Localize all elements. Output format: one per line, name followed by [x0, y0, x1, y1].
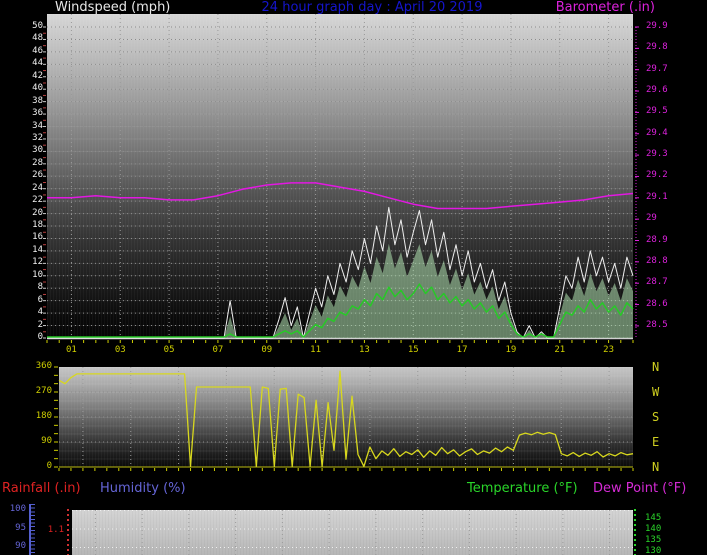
axis-tick-label: 29.5	[646, 106, 668, 117]
axis-tick-label: 29.1	[646, 191, 668, 202]
axis-tick-label: 40	[32, 83, 43, 94]
rain-humidity-temp-chart	[72, 510, 633, 555]
chart-series-path	[47, 182, 634, 210]
axis-tick-label: 17	[456, 345, 468, 355]
axis-tick-label: N	[652, 360, 660, 374]
axis-tick-label: 360	[35, 361, 52, 371]
axis-tick-label: N	[652, 460, 660, 474]
axis-tick-label: 140	[645, 524, 662, 534]
windspeed-barometer-chart	[43, 14, 639, 343]
axis-tick-label: 28	[32, 157, 43, 168]
temperature-section-label: Temperature (°F)	[467, 481, 578, 496]
axis-tick-label: 90	[15, 541, 26, 551]
axis-tick-label: 21	[554, 345, 566, 355]
axis-tick-label: 15	[407, 345, 419, 355]
axis-tick-label: 05	[163, 345, 175, 355]
dewpoint-section-label: Dew Point (°F)	[593, 481, 687, 496]
axis-tick-label: 30	[32, 145, 43, 156]
axis-tick-label: 90	[41, 436, 52, 446]
axis-tick-label: 38	[32, 95, 43, 106]
axis-tick-label: 100	[9, 504, 26, 514]
axis-tick-label: 46	[32, 45, 43, 56]
axis-tick-label: 42	[32, 70, 43, 81]
axis-tick-label: 145	[645, 513, 662, 523]
axis-tick-label: 0	[46, 461, 52, 471]
axis-tick-label: 29.8	[646, 42, 668, 53]
axis-tick-label: 28.5	[646, 319, 668, 330]
temperature-axis-ruler	[634, 509, 636, 555]
axis-tick-label: 14	[32, 244, 43, 255]
axis-tick-label: E	[652, 435, 660, 449]
axis-tick-label: 11	[310, 345, 321, 355]
axis-tick-label: 28.9	[646, 234, 668, 245]
axis-tick-label: 180	[35, 411, 52, 421]
axis-tick-label: W	[652, 385, 660, 399]
chart-series-path	[58, 370, 634, 468]
axis-tick-label: 1.1	[47, 525, 64, 535]
axis-tick-label: 29.2	[646, 170, 668, 181]
axis-tick-label: 20	[32, 207, 43, 218]
rain-humidity-temp-chart-svg	[72, 510, 633, 555]
axis-tick-label: 24	[32, 182, 43, 193]
axis-tick-label: 29.7	[646, 63, 668, 74]
axis-tick-label: 19	[505, 345, 517, 355]
axis-tick-label: 135	[645, 535, 662, 545]
humidity-section-label: Humidity (%)	[100, 481, 186, 496]
wind-direction-chart-svg	[54, 366, 634, 471]
axis-tick-label: 10	[32, 269, 43, 280]
axis-tick-label: 95	[15, 522, 26, 533]
windspeed-chart-svg	[43, 14, 639, 343]
axis-tick-label: 29	[646, 213, 657, 224]
axis-tick-label: 29.4	[646, 127, 668, 138]
axis-tick-label: 2	[37, 319, 43, 330]
weather-graph-page: Windspeed (mph) 24 hour graph day : Apri…	[0, 0, 707, 555]
axis-tick-label: 50	[32, 21, 43, 31]
page-title: 24 hour graph day : April 20 2019	[261, 0, 483, 15]
axis-tick-label: S	[652, 410, 660, 424]
axis-tick-label: 28.8	[646, 255, 668, 266]
axis-tick-label: 4	[37, 307, 43, 318]
axis-tick-label: 6	[37, 294, 43, 305]
axis-tick-label: 34	[32, 120, 43, 131]
axis-tick-label: 32	[32, 132, 43, 143]
axis-tick-label: 28.6	[646, 298, 668, 309]
axis-tick-label: 130	[645, 546, 662, 555]
axis-tick-label: 48	[32, 33, 43, 44]
axis-tick-label: 23	[603, 345, 614, 355]
axis-tick-label: 44	[32, 58, 43, 69]
axis-tick-label: 13	[358, 345, 370, 355]
windspeed-header-label: Windspeed (mph)	[55, 0, 171, 15]
axis-tick-label: 8	[37, 282, 43, 293]
axis-tick-label: 01	[65, 345, 77, 355]
axis-tick-label: 09	[261, 345, 273, 355]
axis-tick-label: 36	[32, 108, 43, 119]
axis-tick-label: 29.3	[646, 149, 668, 160]
wind-direction-chart	[54, 366, 634, 471]
rainfall-axis-ruler	[67, 509, 69, 555]
axis-tick-label: 29.6	[646, 85, 668, 96]
axis-tick-label: 28.7	[646, 277, 668, 288]
axis-tick-label: 18	[32, 220, 43, 231]
axis-tick-label: 29.9	[646, 21, 668, 31]
barometer-header-label: Barometer (.in)	[555, 0, 655, 15]
axis-tick-label: 07	[212, 345, 224, 355]
axis-tick-label: 270	[35, 386, 52, 396]
axis-tick-label: 0	[37, 332, 43, 342]
chart-series-path	[47, 243, 633, 338]
axis-tick-label: 16	[32, 232, 43, 243]
rainfall-section-label: Rainfall (.in)	[2, 481, 81, 496]
axis-tick-label: 12	[32, 257, 43, 268]
axis-tick-label: 03	[114, 345, 126, 355]
axis-tick-label: 26	[32, 170, 43, 181]
axis-tick-label: 22	[32, 195, 43, 206]
